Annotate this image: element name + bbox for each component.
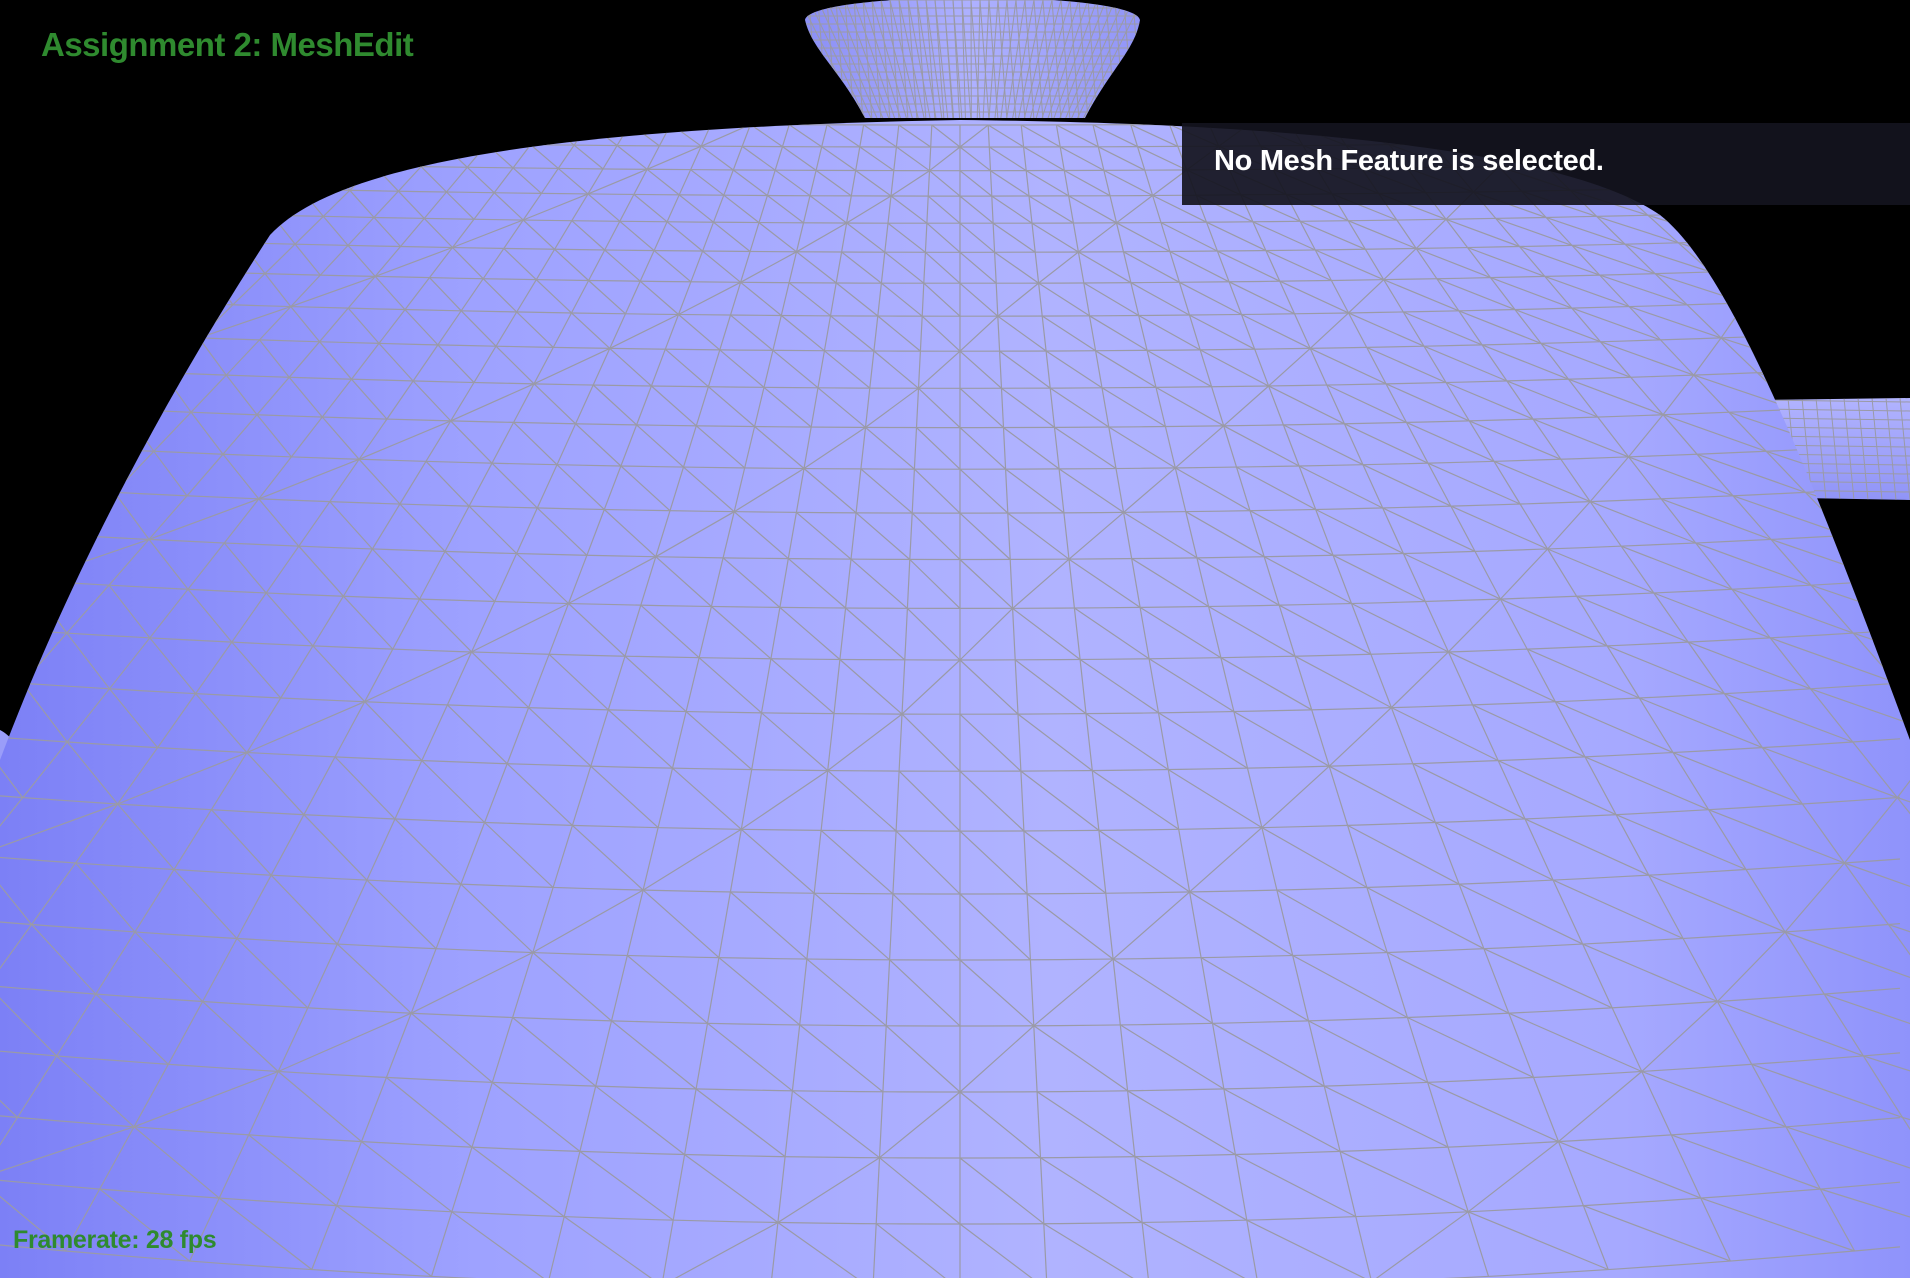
app-title: Assignment 2: MeshEdit [41, 26, 414, 63]
teapot-body [0, 120, 1910, 1278]
selection-info-panel: No Mesh Feature is selected. [1182, 123, 1910, 205]
teapot-lid-knob [805, 0, 1140, 118]
mesh-viewport[interactable]: Assignment 2: MeshEdit No Mesh Feature i… [0, 0, 1910, 1278]
selection-status-text: No Mesh Feature is selected. [1214, 145, 1604, 177]
framerate-readout: Framerate: 28 fps [13, 1226, 217, 1254]
